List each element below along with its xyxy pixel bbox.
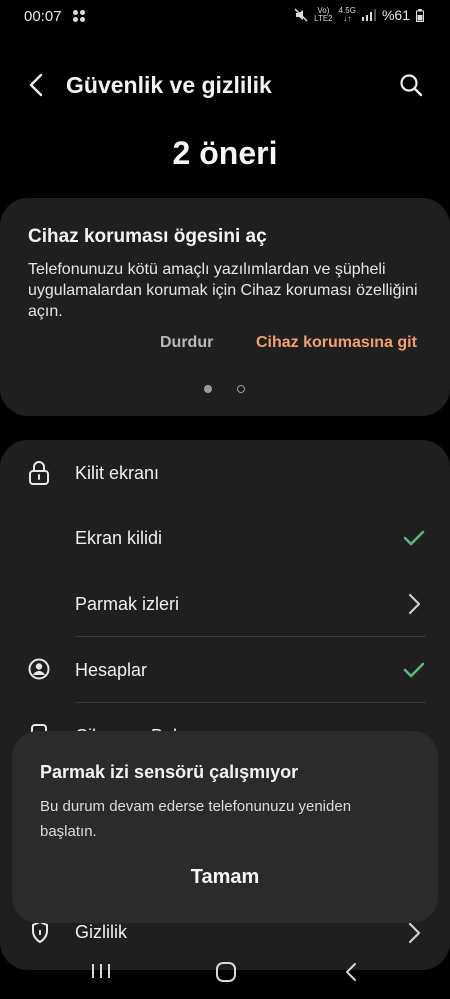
- battery-icon: [416, 8, 424, 22]
- network-type: Vo) LTE2: [314, 6, 333, 23]
- list-item-accounts[interactable]: Hesaplar: [0, 647, 450, 693]
- recent-apps-icon[interactable]: [90, 962, 112, 980]
- page-indicator-active: [204, 385, 212, 393]
- privacy-label: Gizlilik: [75, 922, 127, 942]
- nav-back-icon[interactable]: [344, 962, 358, 982]
- list-item-lock-screen[interactable]: Kilit ekranı: [0, 450, 450, 496]
- battery-level: %61: [381, 7, 410, 23]
- signal-icon: [361, 9, 376, 21]
- go-to-device-protection-button[interactable]: Cihaz korumasına git: [256, 334, 417, 352]
- list-item-screen-lock[interactable]: Ekran kilidi: [0, 515, 450, 561]
- dismiss-button[interactable]: Durdur: [160, 334, 213, 352]
- dialog-message: Bu durum devam ederse telefonunuzu yenid…: [40, 798, 352, 840]
- lock-screen-label: Kilit ekranı: [75, 463, 160, 483]
- shield-icon: [32, 920, 48, 944]
- account-icon: [28, 658, 50, 680]
- page-indicator-inactive: [237, 385, 245, 393]
- status-time: 00:07: [24, 8, 62, 25]
- ok-button[interactable]: Tamam: [12, 866, 438, 889]
- status-bar: 00:07 Vo) LTE2 4.5G ↓↑ %61: [0, 0, 450, 34]
- fingerprints-label: Parmak izleri: [75, 594, 180, 614]
- lock-icon: [29, 461, 49, 485]
- chevron-right-icon: [408, 922, 421, 944]
- check-icon: [403, 530, 425, 546]
- screen-lock-label: Ekran kilidi: [75, 528, 163, 548]
- accounts-label: Hesaplar: [75, 660, 148, 680]
- notification-icon: [73, 10, 85, 22]
- search-icon[interactable]: [398, 72, 424, 98]
- status-icons: Vo) LTE2 4.5G ↓↑ %61: [294, 7, 424, 23]
- data-type: 4.5G ↓↑: [338, 6, 356, 23]
- list-item-fingerprints[interactable]: Parmak izleri: [0, 581, 450, 627]
- suggestion-description: Telefonunuzu kötü amaçlı yazılımlardan v…: [28, 261, 418, 320]
- check-icon: [403, 662, 425, 678]
- home-icon[interactable]: [215, 961, 237, 983]
- dialog-title: Parmak izi sensörü çalışmıyor: [40, 762, 299, 782]
- list-divider: [75, 702, 426, 703]
- page-title: Güvenlik ve gizlilik: [66, 72, 272, 98]
- back-arrow-icon[interactable]: [26, 72, 50, 98]
- suggestion-count: 2 öneri: [172, 135, 278, 171]
- suggestion-title: Cihaz koruması ögesini aç: [28, 226, 267, 247]
- mute-icon: [294, 8, 308, 22]
- chevron-right-icon: [408, 593, 421, 615]
- list-divider: [75, 636, 426, 637]
